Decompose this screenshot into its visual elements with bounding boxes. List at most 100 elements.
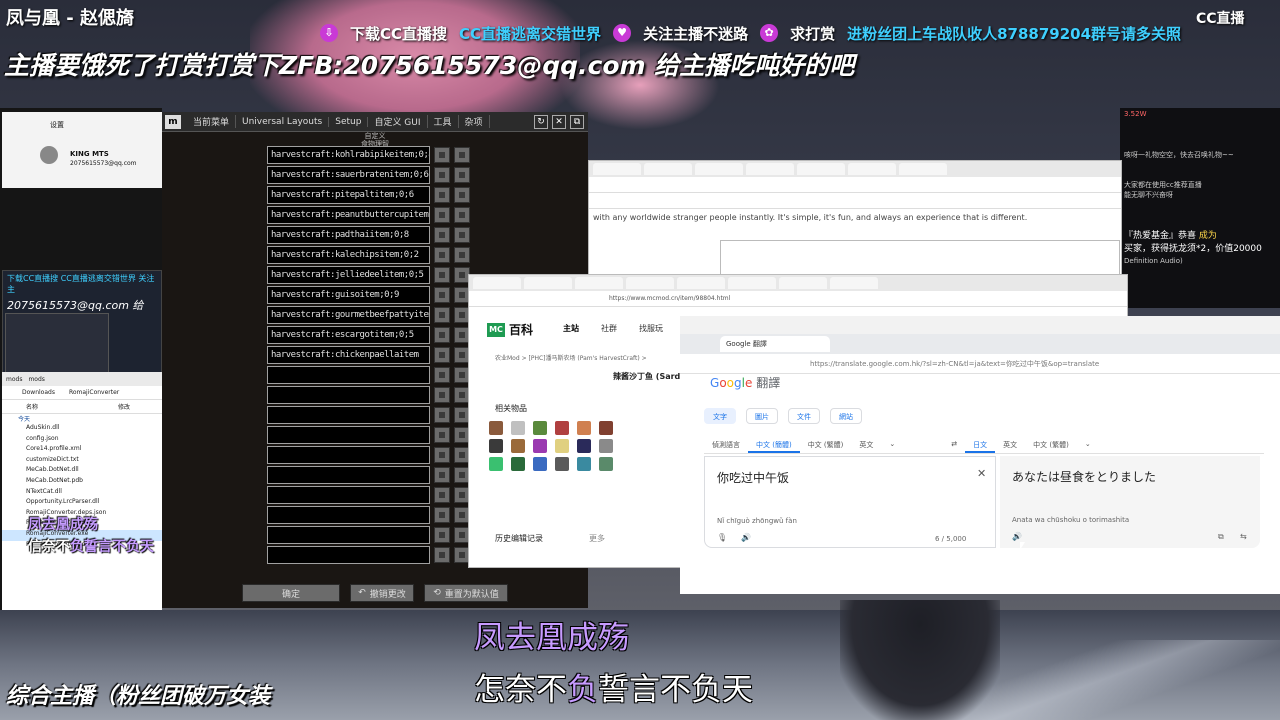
mc-config-field[interactable]: harvestcraft:pitepaltitem;0;6 [267, 186, 430, 204]
list-item[interactable]: MeCab.DotNet.dll [2, 466, 162, 477]
copy-icon[interactable]: ⧉ [1218, 532, 1224, 542]
list-item[interactable]: Core14.profile.xml [2, 445, 162, 456]
mc-config-field[interactable]: harvestcraft:gourmetbeefpattyitem;0;6 [267, 306, 430, 324]
browser-tab[interactable] [848, 163, 896, 175]
mc-row-edit-button[interactable] [434, 427, 450, 443]
swap-icon[interactable]: ⇄ [943, 438, 965, 453]
mc-row-edit-button[interactable] [434, 187, 450, 203]
browser-tab[interactable] [728, 277, 776, 289]
mc-config-field[interactable] [267, 366, 430, 384]
list-item[interactable]: MeCab.DotNet.pdb [2, 477, 162, 488]
mc-menu-item[interactable]: 工具 [428, 115, 459, 128]
mc-menu-item[interactable]: Setup [329, 116, 369, 127]
browser-tab[interactable] [626, 277, 674, 289]
mc-row-edit-button[interactable] [434, 407, 450, 423]
item-icon[interactable] [555, 457, 569, 471]
item-icon[interactable] [577, 439, 591, 453]
browser-tab[interactable] [473, 277, 521, 289]
list-item[interactable]: customizeDict.txt [2, 456, 162, 467]
tgt-lang-selected[interactable]: 日文 [965, 438, 996, 453]
tab-google-translate[interactable]: Google 翻譯 [720, 336, 830, 352]
close-icon[interactable]: ✕ [552, 114, 566, 129]
mc-config-field[interactable]: harvestcraft:escargotitem;0;5 [267, 326, 430, 344]
more-link[interactable]: 更多 [589, 533, 605, 544]
confirm-button[interactable]: 确定 [242, 584, 340, 602]
mc-row-remove-button[interactable] [454, 147, 470, 163]
mc-row-remove-button[interactable] [454, 207, 470, 223]
mc-row-edit-button[interactable] [434, 267, 450, 283]
list-item[interactable]: AduSkin.dll [2, 424, 162, 435]
mc-row-edit-button[interactable] [434, 547, 450, 563]
tgt-lang[interactable]: 中文 (繁體) [1025, 438, 1077, 453]
src-lang[interactable]: 中文 (繁體) [800, 438, 852, 453]
item-icon[interactable] [489, 421, 503, 435]
mc-row-remove-button[interactable] [454, 187, 470, 203]
mic-icon[interactable]: 🎙 [717, 533, 727, 542]
column-name[interactable]: 名称 [26, 402, 38, 411]
mc-config-field[interactable] [267, 506, 430, 524]
item-icon[interactable] [511, 439, 525, 453]
mc-row-edit-button[interactable] [434, 207, 450, 223]
breadcrumb[interactable]: 农业Mod > [PHC]潘马斯农场 (Pam's HarvestCraft) … [495, 353, 647, 362]
mc-config-field[interactable] [267, 386, 430, 404]
mc-row-edit-button[interactable] [434, 327, 450, 343]
item-icon[interactable] [533, 457, 547, 471]
mc-config-field[interactable]: harvestcraft:chickenpaellaitem [267, 346, 430, 364]
mc-row-remove-button[interactable] [454, 227, 470, 243]
item-icon[interactable] [533, 439, 547, 453]
mc-row-edit-button[interactable] [434, 307, 450, 323]
mc-row-edit-button[interactable] [434, 347, 450, 363]
mc-config-field[interactable] [267, 546, 430, 564]
list-item[interactable]: config.json [2, 435, 162, 446]
source-text-area[interactable]: 你吃过中午饭 ✕ Nǐ chīguò zhōngwǔ fàn 🎙 🔊 6 / 5… [704, 456, 996, 548]
mc-row-edit-button[interactable] [434, 387, 450, 403]
breadcrumb-segment[interactable]: RomajiConverter [69, 389, 119, 396]
mode-text[interactable]: 文字 [704, 408, 736, 424]
item-icon[interactable] [599, 457, 613, 471]
mode-website[interactable]: 網站 [830, 408, 862, 424]
item-icon[interactable] [555, 439, 569, 453]
item-icon[interactable] [577, 421, 591, 435]
browser-tab[interactable] [644, 163, 692, 175]
mode-image[interactable]: 圖片 [746, 408, 778, 424]
mc-menu-item[interactable]: 当前菜单 [187, 115, 237, 128]
address-bar[interactable]: https://www.mcmod.cn/item/98804.html [469, 291, 1127, 307]
mc-row-edit-button[interactable] [434, 367, 450, 383]
mc-menu-item[interactable]: 自定义 GUI [368, 115, 428, 128]
item-icon[interactable] [599, 421, 613, 435]
mcmod-logo[interactable]: MC 百科 [487, 321, 533, 338]
item-icon[interactable] [533, 421, 547, 435]
item-icon[interactable] [511, 421, 525, 435]
mc-config-field[interactable] [267, 446, 430, 464]
mc-row-remove-button[interactable] [454, 247, 470, 263]
mc-menu-item[interactable]: Universal Layouts [236, 116, 330, 127]
mc-row-edit-button[interactable] [434, 447, 450, 463]
speaker-icon[interactable]: 🔊 [741, 533, 751, 542]
item-icon[interactable] [511, 457, 525, 471]
mc-config-field[interactable]: harvestcraft:jelliedeelitem;0;5 [267, 266, 430, 284]
mc-row-edit-button[interactable] [434, 247, 450, 263]
share-icon[interactable]: ⇆ [1240, 532, 1247, 541]
item-icon[interactable] [599, 439, 613, 453]
mode-document[interactable]: 文件 [788, 408, 820, 424]
chevron-down-icon[interactable]: ⌄ [881, 438, 903, 453]
mc-config-field[interactable]: harvestcraft:guisoitem;0;9 [267, 286, 430, 304]
explorer-tab[interactable]: mods [28, 376, 44, 383]
tgt-lang[interactable]: 英文 [995, 438, 1025, 453]
list-item[interactable]: Opportunity.LrcParser.dll [2, 498, 162, 509]
speaker-icon[interactable]: 🔊 [1012, 532, 1022, 541]
address-bar[interactable] [589, 177, 1121, 193]
mc-row-edit-button[interactable] [434, 167, 450, 183]
browser-tab[interactable] [593, 163, 641, 175]
src-lang[interactable]: 英文 [851, 438, 881, 453]
undo-button[interactable]: ↶ 撤销更改 [350, 584, 414, 602]
item-icon[interactable] [555, 421, 569, 435]
browser-tab[interactable] [830, 277, 878, 289]
item-icon[interactable] [489, 439, 503, 453]
browser-tab[interactable] [575, 277, 623, 289]
browser-tab[interactable] [797, 163, 845, 175]
mc-config-field[interactable]: harvestcraft:padthaiitem;0;8 [267, 226, 430, 244]
nav-item[interactable]: 找服玩 [639, 323, 663, 334]
mc-row-remove-button[interactable] [454, 167, 470, 183]
chevron-down-icon[interactable]: ⌄ [1077, 438, 1099, 453]
